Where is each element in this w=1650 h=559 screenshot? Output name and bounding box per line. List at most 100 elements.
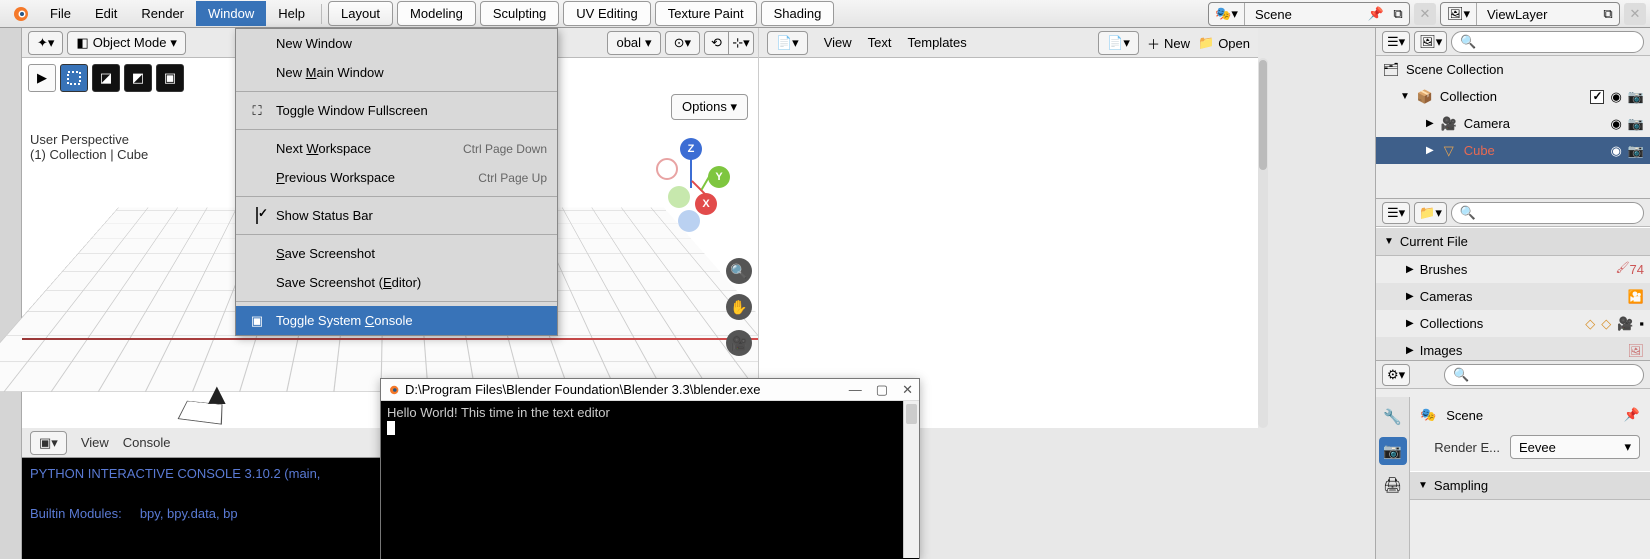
orientation-dropdown[interactable]: obal ▾ — [607, 31, 660, 55]
menu-new-main-window[interactable]: New Main Window — [236, 58, 557, 87]
gizmo-neg-y-icon[interactable] — [668, 186, 690, 208]
system-console-window[interactable]: D:\Program Files\Blender Foundation\Blen… — [380, 378, 920, 559]
menu-show-status-bar[interactable]: Show Status Bar — [236, 201, 557, 230]
scrollbar-thumb[interactable] — [906, 404, 917, 424]
pivot-dropdown[interactable]: ⊙▾ — [665, 31, 700, 55]
viewlayer-name[interactable]: ViewLayer — [1477, 7, 1597, 22]
assets-display-dropdown[interactable]: 📁▾ — [1414, 202, 1447, 224]
disclosure-icon[interactable]: ▶ — [1406, 291, 1414, 302]
text-editor-type-dropdown[interactable]: 📄▾ — [767, 31, 808, 55]
menu-save-screenshot[interactable]: Save Screenshot — [236, 239, 557, 268]
pan-icon[interactable]: ✋ — [726, 294, 752, 320]
cube-row[interactable]: ▶ ▽ Cube ◉📷 — [1376, 137, 1650, 164]
snap-controls[interactable]: ⟲ ⊹▾ — [704, 31, 754, 55]
console-type-dropdown[interactable]: ▣▾ — [30, 431, 67, 455]
nav-gizmo[interactable]: Z X Y — [650, 138, 730, 218]
menu-next-workspace[interactable]: Next WorkspaceCtrl Page Down — [236, 134, 557, 163]
cameras-row[interactable]: ▶Cameras🎦 — [1376, 283, 1650, 310]
workspace-tab-shading[interactable]: Shading — [761, 1, 835, 26]
eye-icon[interactable]: ◉ — [1610, 89, 1621, 105]
disclosure-icon[interactable]: ▶ — [1426, 118, 1434, 129]
assets-search[interactable]: 🔍 — [1451, 202, 1644, 224]
maximize-icon[interactable]: ▢ — [876, 382, 888, 398]
minimize-icon[interactable]: — — [849, 382, 862, 398]
eye-icon[interactable]: ◉ — [1610, 143, 1621, 159]
checkbox-icon[interactable] — [1590, 90, 1604, 104]
cursor-tool-icon[interactable]: ▶ — [28, 64, 56, 92]
snap-mode-icon[interactable]: ⊹▾ — [729, 32, 753, 54]
console-output[interactable]: PYTHON INTERACTIVE CONSOLE 3.10.2 (main,… — [22, 458, 380, 529]
text-block-dropdown[interactable]: 📄▾ — [1098, 31, 1139, 55]
menu-render[interactable]: Render — [129, 1, 196, 26]
menu-save-screenshot-editor[interactable]: Save Screenshot (Editor) — [236, 268, 557, 297]
workspace-tab-layout[interactable]: Layout — [328, 1, 393, 26]
workspace-tab-sculpting[interactable]: Sculpting — [480, 1, 559, 26]
select-mode4-icon[interactable]: ▣ — [156, 64, 184, 92]
collection-row[interactable]: ▼ 📦 Collection ◉📷 — [1376, 83, 1650, 110]
workspace-tab-uv[interactable]: UV Editing — [563, 1, 650, 26]
camera-icon[interactable]: 📷 — [1628, 116, 1644, 132]
scene-name[interactable]: Scene — [1245, 7, 1365, 22]
gizmo-neg-x-icon[interactable] — [656, 158, 678, 180]
select-mode3-icon[interactable]: ◩ — [124, 64, 152, 92]
camera-view-icon[interactable]: 🎥 — [726, 330, 752, 356]
pin-icon[interactable]: 📌 — [1624, 407, 1640, 423]
disclosure-icon[interactable]: ▶ — [1426, 145, 1434, 156]
mode-dropdown[interactable]: ◧ Object Mode▾ — [67, 31, 186, 55]
viewlayer-selector[interactable]: 🖼▾ ViewLayer ⧉ — [1440, 2, 1620, 26]
zoom-icon[interactable]: 🔍 — [726, 258, 752, 284]
te-menu-templates[interactable]: Templates — [908, 35, 967, 50]
collections-row[interactable]: ▶Collections◇◇🎥▪ — [1376, 310, 1650, 337]
render-engine-dropdown[interactable]: Eevee▾ — [1510, 435, 1640, 459]
camera-row[interactable]: ▶ 🎥 Camera ◉📷 — [1376, 110, 1650, 137]
console-menu-console[interactable]: Console — [123, 435, 171, 450]
menu-help[interactable]: Help — [266, 1, 317, 26]
camera-object-icon[interactable]: ▲ — [202, 378, 232, 412]
disclosure-icon[interactable]: ▶ — [1406, 264, 1414, 275]
snap-toggle-icon[interactable]: ⟲ — [705, 32, 729, 54]
close-icon[interactable]: ✕ — [902, 382, 913, 398]
te-menu-view[interactable]: View — [824, 35, 852, 50]
workspace-tab-modeling[interactable]: Modeling — [397, 1, 476, 26]
disclosure-icon[interactable]: ▼ — [1400, 91, 1410, 102]
options-dropdown[interactable]: Options ▾ — [671, 94, 748, 120]
scrollbar-thumb[interactable] — [1259, 60, 1267, 170]
menu-prev-workspace[interactable]: Previous WorkspaceCtrl Page Up — [236, 163, 557, 192]
scene-selector[interactable]: 🎭▾ Scene 📌 ⧉ — [1208, 2, 1410, 26]
outliner-search[interactable]: 🔍 — [1451, 31, 1644, 53]
outliner-type-dropdown[interactable]: ☰▾ — [1382, 31, 1410, 53]
properties-type-dropdown[interactable]: ⚙▾ — [1382, 364, 1410, 386]
system-console-scrollbar[interactable] — [903, 401, 919, 558]
outliner-display-dropdown[interactable]: 🖼▾ — [1414, 31, 1447, 53]
disclosure-icon[interactable]: ▶ — [1406, 345, 1414, 356]
new-text-button[interactable]: ＋New — [1147, 34, 1190, 53]
pin-icon[interactable]: 📌 — [1365, 3, 1387, 25]
properties-search[interactable]: 🔍 — [1444, 364, 1644, 386]
menu-toggle-system-console[interactable]: ▣Toggle System Console — [236, 306, 557, 335]
assets-type-dropdown[interactable]: ☰▾ — [1382, 202, 1410, 224]
output-tab-icon[interactable]: 🖨 — [1379, 471, 1407, 499]
select-mode2-icon[interactable]: ◪ — [92, 64, 120, 92]
copy-layer-icon[interactable]: ⧉ — [1597, 3, 1619, 25]
disclosure-icon[interactable]: ▶ — [1406, 318, 1414, 329]
delete-scene-icon[interactable]: ✕ — [1414, 3, 1436, 25]
render-tab-icon[interactable]: 📷 — [1379, 437, 1407, 465]
delete-layer-icon[interactable]: ✕ — [1624, 3, 1646, 25]
menu-window[interactable]: Window — [196, 1, 266, 26]
gizmo-y-icon[interactable]: Y — [708, 166, 730, 188]
tool-tab-icon[interactable]: 🔧 — [1379, 403, 1407, 431]
copy-scene-icon[interactable]: ⧉ — [1387, 3, 1409, 25]
menu-edit[interactable]: Edit — [83, 1, 129, 26]
gizmo-z-icon[interactable]: Z — [680, 138, 702, 160]
system-console-body[interactable]: Hello World! This time in the text edito… — [381, 401, 919, 559]
console-menu-view[interactable]: View — [81, 435, 109, 450]
system-console-titlebar[interactable]: D:\Program Files\Blender Foundation\Blen… — [381, 379, 919, 401]
gizmo-x-icon[interactable]: X — [695, 193, 717, 215]
camera-icon[interactable]: 📷 — [1628, 143, 1644, 159]
te-menu-text[interactable]: Text — [868, 35, 892, 50]
gizmo-neg-z-icon[interactable] — [678, 210, 700, 232]
sampling-header[interactable]: ▼Sampling — [1410, 471, 1650, 500]
scrollbar[interactable] — [1258, 58, 1268, 428]
select-box-icon[interactable] — [60, 64, 88, 92]
scene-collection-row[interactable]: 🗂 Scene Collection — [1376, 56, 1650, 83]
